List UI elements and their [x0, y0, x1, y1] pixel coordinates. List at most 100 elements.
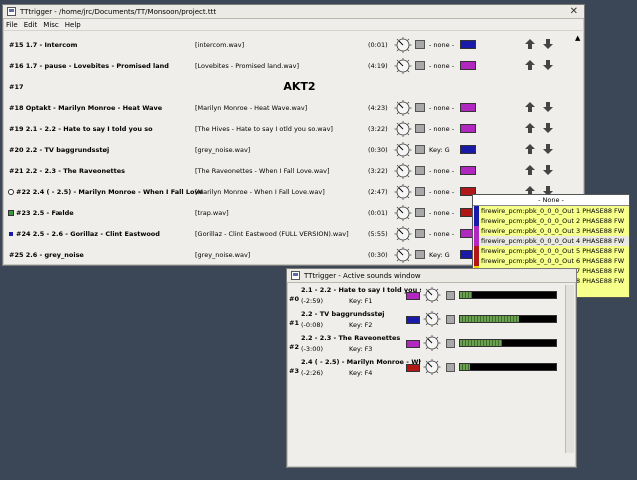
dropdown-option[interactable]: firewire_pcm:pbk_0_0_0_Out 2 PHASE88 FW — [473, 216, 629, 226]
active-remaining-time: (-0:08) — [301, 321, 324, 329]
row-key: - none - — [429, 104, 455, 112]
sound-row[interactable]: #16 1.7 - pause - Lovebites - Promised l… — [7, 55, 572, 76]
row-duration: (4:23) — [368, 104, 388, 112]
sound-row[interactable]: #17 AKT2 — [7, 76, 572, 97]
move-down-icon[interactable] — [542, 101, 554, 113]
dropdown-none-option[interactable]: - None - — [473, 195, 629, 206]
output-color-button[interactable] — [460, 124, 476, 133]
play-button[interactable] — [415, 187, 425, 196]
active-sound-row[interactable]: #2 2.2 - 2.3 - The Raveonettes (-3:00) Key:… — [289, 333, 557, 357]
main-titlebar[interactable]: TTtrigger - /home/jrc/Documents/TT/Monso… — [3, 5, 584, 19]
dropdown-option-label: firewire_pcm:pbk_0_0_0_Out 3 PHASE88 FW — [481, 227, 625, 235]
active-sound-row[interactable]: #0 2.1 - 2.2 - Hate to say I told you so (… — [289, 285, 557, 309]
play-button[interactable] — [415, 103, 425, 112]
active-title: 2.1 - 2.2 - Hate to say I told you so — [301, 286, 421, 294]
output-color-button[interactable] — [460, 103, 476, 112]
volume-dial[interactable] — [393, 205, 413, 221]
volume-dial[interactable] — [393, 100, 413, 116]
output-color-button[interactable] — [460, 40, 476, 49]
menu-file[interactable]: File — [6, 21, 18, 29]
dropdown-option[interactable]: firewire_pcm:pbk_0_0_0_Out 6 PHASE88 FW — [473, 256, 629, 266]
row-title: #22 2.4 ( - 2.5) - Marilyn Monroe - When… — [16, 188, 204, 196]
volume-dial[interactable] — [393, 58, 413, 74]
main-window-title: TTtrigger - /home/jrc/Documents/TT/Monso… — [20, 7, 217, 16]
output-color-button[interactable] — [406, 340, 420, 348]
row-duration: (3:22) — [368, 125, 388, 133]
move-up-icon[interactable] — [524, 122, 536, 134]
play-button[interactable] — [415, 208, 425, 217]
stop-button[interactable] — [446, 315, 455, 324]
move-up-icon[interactable] — [524, 143, 536, 155]
sound-row[interactable]: #21 2.2 - 2.3 - The Raveonettes [The Rave… — [7, 160, 572, 181]
sound-row[interactable]: #20 2.2 - TV baggrundsstøj [grey_noise.wa… — [7, 139, 572, 160]
dropdown-option[interactable]: firewire_pcm:pbk_0_0_0_Out 3 PHASE88 FW — [473, 226, 629, 236]
output-color-button[interactable] — [406, 292, 420, 300]
play-button[interactable] — [415, 61, 425, 70]
stop-button[interactable] — [446, 363, 455, 372]
row-duration: (5:55) — [368, 230, 388, 238]
row-key: - none - — [429, 62, 455, 70]
close-icon[interactable]: ✕ — [570, 6, 578, 17]
output-color-button[interactable] — [406, 364, 420, 372]
stop-button[interactable] — [446, 339, 455, 348]
move-up-icon[interactable] — [524, 101, 536, 113]
move-down-icon[interactable] — [542, 143, 554, 155]
row-duration: (0:30) — [368, 251, 388, 259]
sound-row[interactable]: #18 Optakt - Marilyn Monroe - Heat Wave [… — [7, 97, 572, 118]
output-color-button[interactable] — [406, 316, 420, 324]
active-remaining-time: (-3:00) — [301, 345, 324, 353]
sound-row[interactable]: #15 1.7 - Intercom [intercom.wav] (0:01) - … — [7, 34, 572, 55]
row-duration: (4:19) — [368, 62, 388, 70]
volume-dial[interactable] — [393, 247, 413, 263]
output-color-button[interactable] — [460, 145, 476, 154]
play-button[interactable] — [415, 250, 425, 259]
volume-dial[interactable] — [393, 121, 413, 137]
play-button[interactable] — [415, 166, 425, 175]
move-down-icon[interactable] — [542, 122, 554, 134]
move-up-icon[interactable] — [524, 59, 536, 71]
output-color-swatch — [474, 256, 479, 266]
volume-dial[interactable] — [422, 335, 442, 351]
move-down-icon[interactable] — [542, 59, 554, 71]
move-down-icon[interactable] — [542, 38, 554, 50]
volume-dial[interactable] — [393, 37, 413, 53]
volume-dial[interactable] — [393, 163, 413, 179]
active-titlebar[interactable]: TTtrigger - Active sounds window — [287, 269, 576, 283]
sound-row[interactable]: #19 2.1 - 2.2 - Hate to say I told you s… — [7, 118, 572, 139]
active-sound-row[interactable]: #32.4 ( - 2.5) - Marilyn Monroe - When I… — [289, 357, 557, 381]
active-key: Key: F1 — [349, 297, 373, 305]
level-meter-fill — [460, 364, 470, 370]
volume-dial[interactable] — [393, 184, 413, 200]
active-scrollbar[interactable] — [565, 285, 574, 453]
dropdown-option-label: firewire_pcm:pbk_0_0_0_Out 6 PHASE88 FW — [481, 257, 625, 265]
play-button[interactable] — [415, 145, 425, 154]
menu-edit[interactable]: Edit — [24, 21, 38, 29]
volume-dial[interactable] — [393, 226, 413, 242]
volume-dial[interactable] — [422, 359, 442, 375]
play-button[interactable] — [415, 124, 425, 133]
volume-dial[interactable] — [422, 311, 442, 327]
row-key: - none - — [429, 41, 455, 49]
level-meter — [459, 291, 557, 299]
output-color-button[interactable] — [460, 61, 476, 70]
output-color-button[interactable] — [460, 166, 476, 175]
menu-misc[interactable]: Misc — [43, 21, 58, 29]
move-down-icon[interactable] — [542, 164, 554, 176]
active-remaining-time: (-2:59) — [301, 297, 324, 305]
row-title: #15 1.7 - Intercom — [9, 41, 78, 49]
menu-help[interactable]: Help — [65, 21, 81, 29]
volume-dial[interactable] — [422, 287, 442, 303]
section-heading: AKT2 — [283, 80, 316, 93]
row-title: #24 2.5 - 2.6 - Gorillaz - Clint Eastwoo… — [16, 230, 160, 238]
play-button[interactable] — [415, 229, 425, 238]
scroll-up-icon[interactable]: ▲ — [575, 34, 580, 42]
move-up-icon[interactable] — [524, 164, 536, 176]
dropdown-option[interactable]: firewire_pcm:pbk_0_0_0_Out 5 PHASE88 FW — [473, 246, 629, 256]
move-up-icon[interactable] — [524, 38, 536, 50]
active-sound-row[interactable]: #1 2.2 - TV baggrundsstøj (-0:08) Key: F2 — [289, 309, 557, 333]
dropdown-option[interactable]: firewire_pcm:pbk_0_0_0_Out 1 PHASE88 FW — [473, 206, 629, 216]
play-button[interactable] — [415, 40, 425, 49]
stop-button[interactable] — [446, 291, 455, 300]
volume-dial[interactable] — [393, 142, 413, 158]
dropdown-option[interactable]: firewire_pcm:pbk_0_0_0_Out 4 PHASE88 FW — [473, 236, 629, 246]
